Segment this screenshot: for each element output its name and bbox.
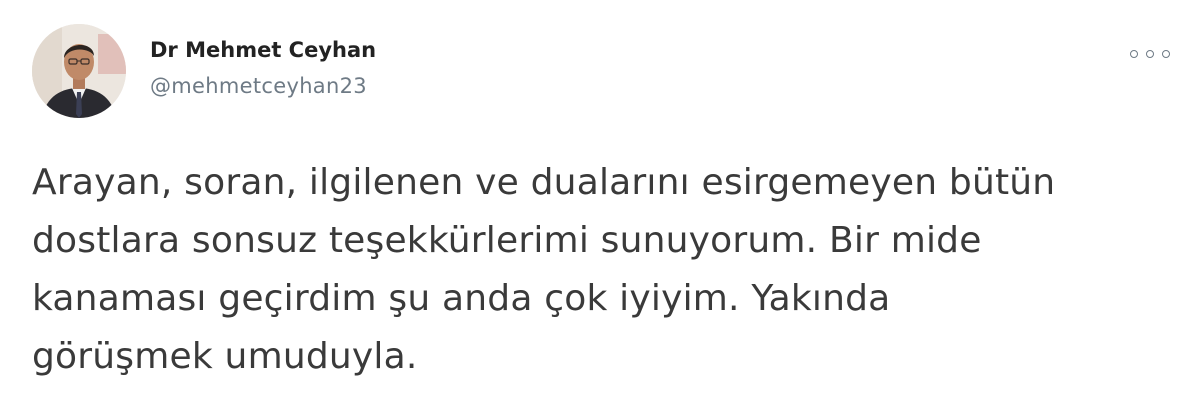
author-handle[interactable]: @mehmetceyhan23 <box>150 74 367 98</box>
more-dot <box>1146 50 1154 58</box>
tweet-text-line: Arayan, soran, ilgilenen ve dualarını es… <box>32 162 1056 203</box>
author-name[interactable]: Dr Mehmet Ceyhan <box>150 38 376 62</box>
more-dot <box>1162 50 1170 58</box>
more-options-icon[interactable] <box>1130 46 1170 62</box>
author-avatar[interactable] <box>32 24 126 118</box>
tweet-text: Arayan, soran, ilgilenen ve dualarını es… <box>32 154 1172 386</box>
tweet-text-line: kanaması geçirdim şu anda çok iyiyim. Ya… <box>32 278 891 319</box>
tweet-text-line: dostlara sonsuz teşekkürlerimi sunuyorum… <box>32 220 982 261</box>
tweet-text-line: görüşmek umuduyla. <box>32 336 418 377</box>
avatar-photo-icon <box>32 24 126 118</box>
tweet-card: Dr Mehmet Ceyhan @mehmetceyhan23 Arayan,… <box>0 0 1200 400</box>
more-dot <box>1130 50 1138 58</box>
